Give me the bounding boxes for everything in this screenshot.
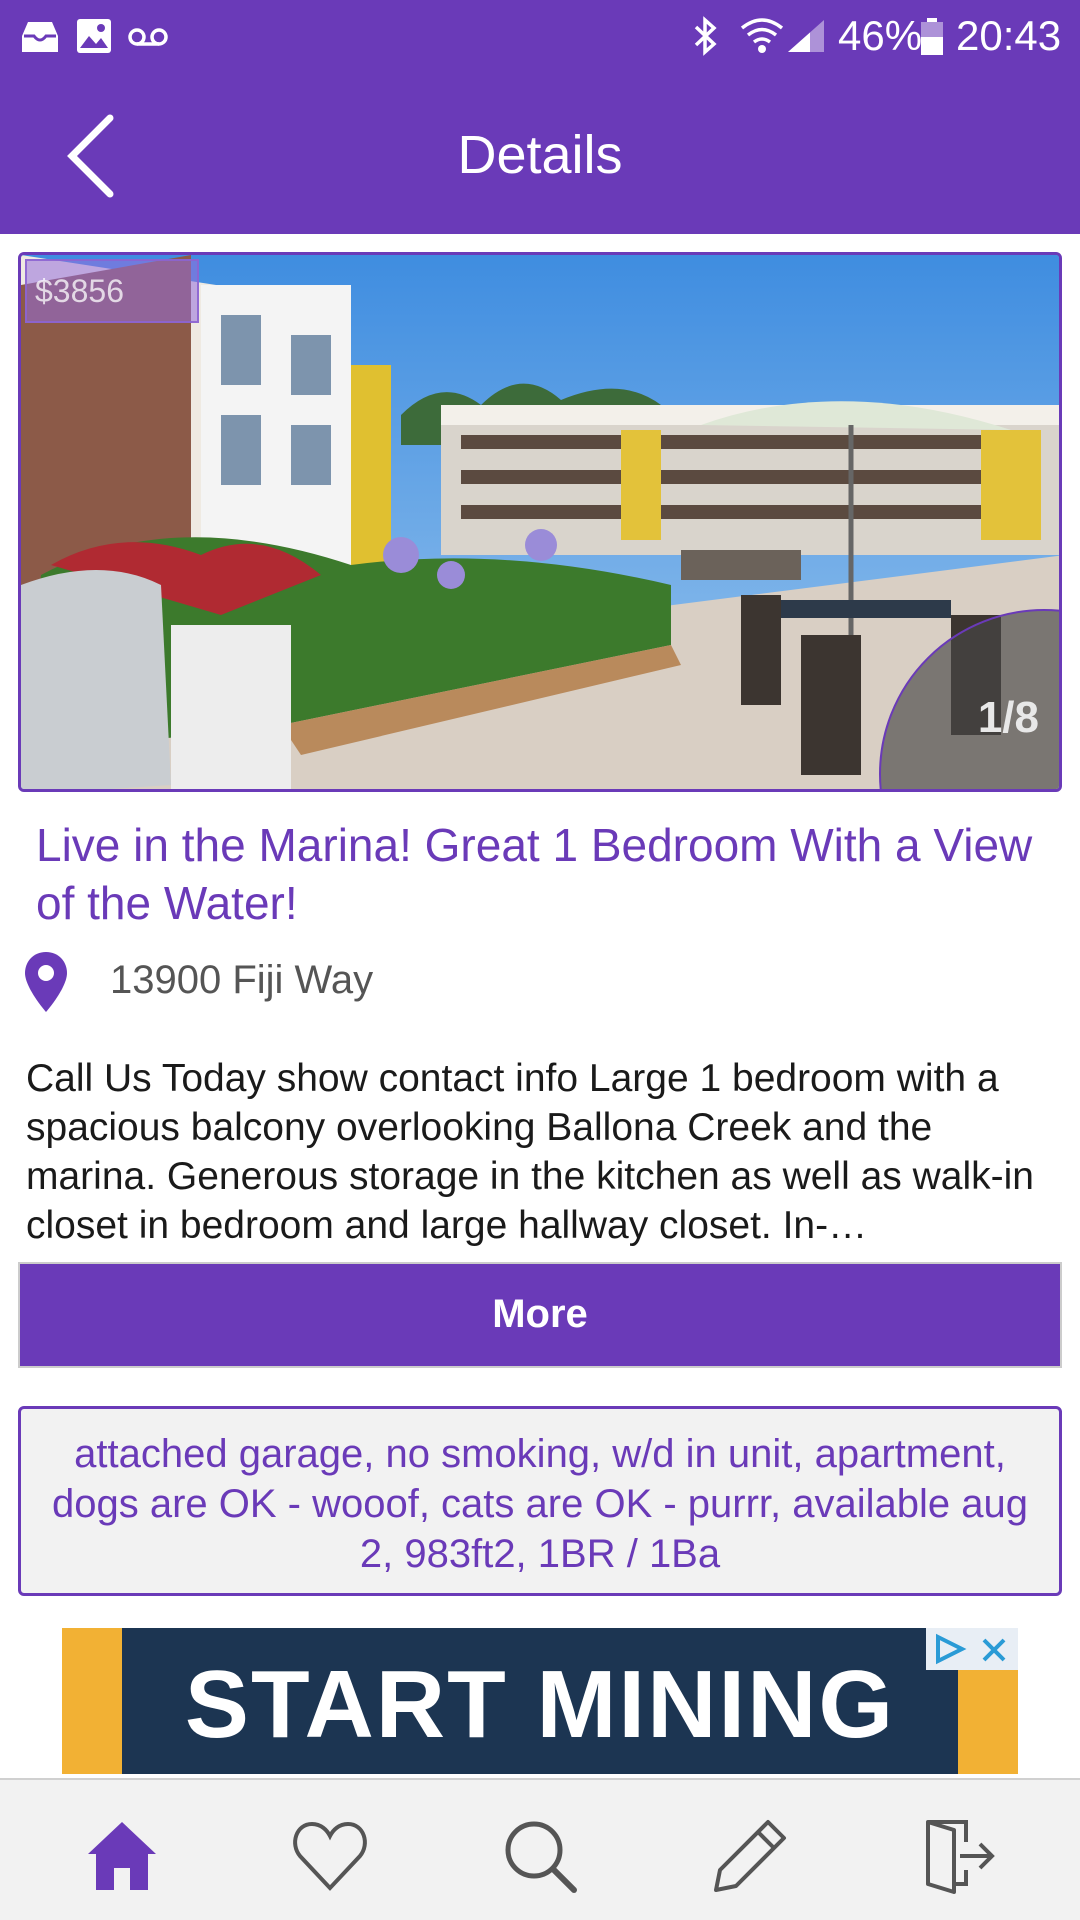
more-button[interactable]: More: [18, 1262, 1062, 1368]
location-pin-icon: [25, 952, 67, 1012]
photo-counter: 1/8: [977, 693, 1039, 742]
listing-photo-gallery[interactable]: $3856 1/8: [18, 252, 1062, 792]
battery-percent: 46%: [838, 12, 923, 59]
pencil-icon[interactable]: [710, 1816, 790, 1896]
app-bar: Details: [0, 72, 1080, 234]
bottom-navigation: [0, 1778, 1080, 1920]
listing-description: Call Us Today show contact info Large 1 …: [26, 1057, 1034, 1247]
bluetooth-icon: [694, 16, 717, 56]
image-icon: [77, 19, 111, 53]
inbox-icon: [22, 22, 58, 52]
voicemail-icon: [128, 28, 168, 46]
logout-icon[interactable]: [918, 1816, 998, 1896]
battery-icon: [921, 18, 943, 55]
ad-close-icon[interactable]: [980, 1636, 1008, 1664]
listing-attributes: attached garage, no smoking, w/d in unit…: [18, 1406, 1062, 1596]
heart-icon[interactable]: [290, 1816, 370, 1896]
price-badge: $3856: [25, 259, 199, 323]
page-title: Details: [457, 125, 623, 185]
home-icon[interactable]: [82, 1816, 162, 1896]
clock: 20:43: [956, 12, 1062, 59]
status-bar: 46% 20:43: [0, 0, 1080, 72]
search-icon[interactable]: [500, 1816, 580, 1896]
ad-text: START MINING: [184, 1651, 896, 1758]
ad-choices-icon: [936, 1633, 967, 1665]
ad-banner[interactable]: START MINING: [62, 1628, 1018, 1774]
ad-choices-badge[interactable]: [926, 1628, 1018, 1670]
signal-icon: [788, 20, 824, 52]
listing-title: Live in the Marina! Great 1 Bedroom With…: [36, 819, 1033, 929]
wifi-icon: [740, 18, 784, 53]
listing-address: 13900 Fiji Way: [110, 958, 374, 1002]
